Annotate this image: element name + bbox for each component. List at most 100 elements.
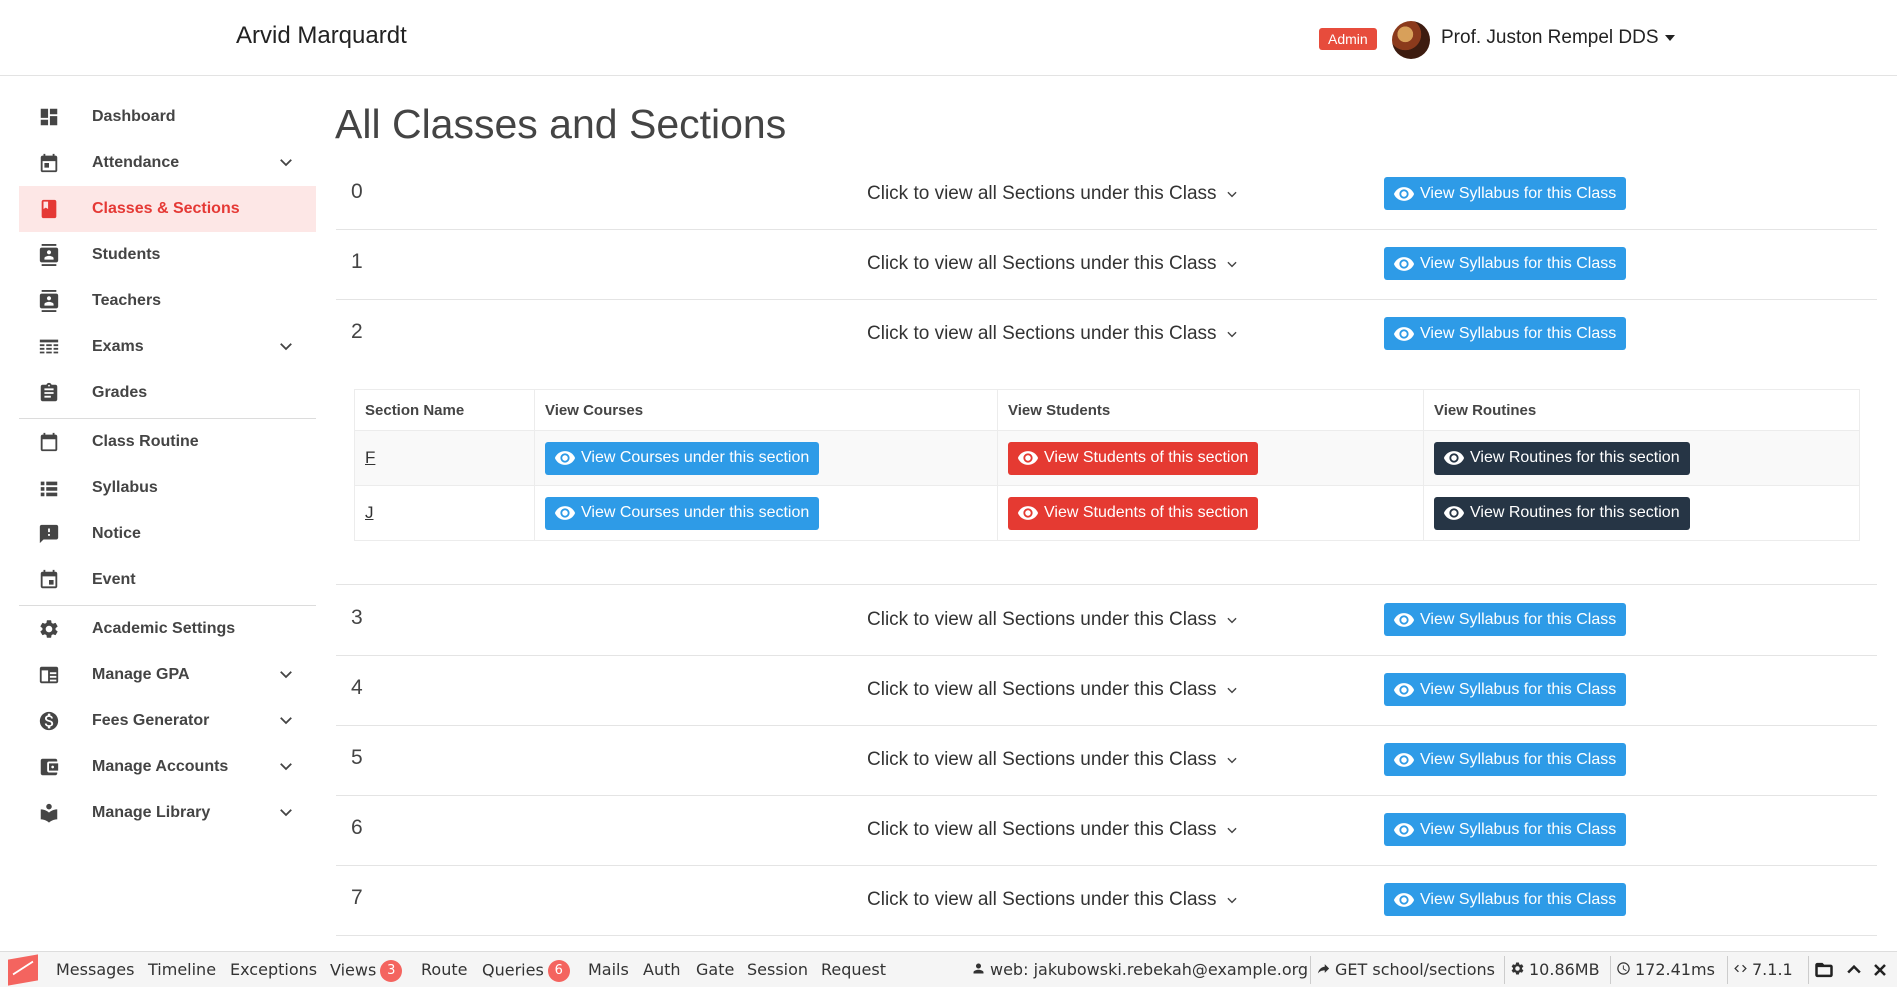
separator: [1727, 956, 1728, 984]
debugbar-tab-timeline[interactable]: Timeline: [148, 960, 216, 979]
sidebar-item-manage-gpa[interactable]: Manage GPA: [19, 652, 316, 698]
class-number: 2: [351, 320, 363, 343]
debugbar-logo-icon[interactable]: [8, 954, 38, 986]
close-icon[interactable]: [1870, 960, 1890, 980]
avatar[interactable]: [1392, 21, 1430, 59]
sidebar-item-teachers[interactable]: Teachers: [19, 278, 316, 324]
class-row: 1 Click to view all Sections under this …: [336, 230, 1877, 300]
clipboard-icon: [38, 382, 60, 404]
debugbar-user: web: jakubowski.rebekah@example.org: [971, 960, 1308, 980]
debugbar-tab-gate[interactable]: Gate: [696, 960, 734, 979]
sidebar-item-label: Teachers: [92, 292, 162, 309]
debugbar-tab-session[interactable]: Session: [747, 960, 808, 979]
debugbar-tab-request[interactable]: Request: [821, 960, 886, 979]
alert-message-icon: [38, 523, 60, 545]
view-sections-toggle[interactable]: Click to view all Sections under this Cl…: [867, 889, 1239, 911]
sidebar-item-class-routine[interactable]: Class Routine: [19, 419, 316, 465]
column-header: View Students: [997, 389, 1424, 431]
view-syllabus-button[interactable]: View Syllabus for this Class: [1384, 673, 1627, 706]
view-sections-toggle[interactable]: Click to view all Sections under this Cl…: [867, 323, 1239, 345]
user-icon: [971, 961, 986, 980]
clock-icon: [1616, 961, 1631, 980]
sidebar-item-dashboard[interactable]: Dashboard: [19, 94, 316, 140]
view-sections-toggle[interactable]: Click to view all Sections under this Cl…: [867, 253, 1239, 275]
button-label: View Syllabus for this Class: [1420, 750, 1617, 768]
view-sections-toggle[interactable]: Click to view all Sections under this Cl…: [867, 679, 1239, 701]
event-icon: [38, 569, 60, 591]
sidebar-item-manage-library[interactable]: Manage Library: [19, 790, 316, 836]
sidebar-item-fees-generator[interactable]: Fees Generator: [19, 698, 316, 744]
chevron-up-icon[interactable]: [1844, 960, 1864, 980]
sidebar-item-notice[interactable]: Notice: [19, 511, 316, 557]
calendar-icon: [38, 431, 60, 453]
debugbar-tab-views[interactable]: Views 3: [330, 960, 403, 982]
class-number: 3: [351, 606, 363, 629]
chevron-down-icon: [1226, 191, 1237, 198]
view-routines-button[interactable]: View Routines for this section: [1434, 441, 1690, 475]
view-students-button[interactable]: View Students of this section: [1008, 496, 1259, 530]
class-row: 4 Click to view all Sections under this …: [336, 656, 1877, 726]
view-students-button[interactable]: View Students of this section: [1008, 441, 1259, 475]
sidebar-item-syllabus[interactable]: Syllabus: [19, 465, 316, 511]
class-number: 6: [351, 816, 363, 839]
view-syllabus-button[interactable]: View Syllabus for this Class: [1384, 883, 1627, 916]
sidebar-item-attendance[interactable]: Attendance: [19, 140, 316, 186]
debugbar-tab-queries[interactable]: Queries 6: [482, 960, 570, 982]
eye-icon: [1443, 451, 1465, 465]
reader-icon: [38, 802, 60, 824]
folder-open-icon[interactable]: [1814, 960, 1834, 980]
view-sections-toggle[interactable]: Click to view all Sections under this Cl…: [867, 609, 1239, 631]
button-label: View Students of this section: [1044, 449, 1249, 466]
view-syllabus-button[interactable]: View Syllabus for this Class: [1384, 813, 1627, 846]
view-courses-button[interactable]: View Courses under this section: [545, 496, 820, 530]
debugbar-memory: 10.86MB: [1510, 960, 1600, 980]
view-syllabus-button[interactable]: View Syllabus for this Class: [1384, 743, 1627, 776]
button-label: View Syllabus for this Class: [1420, 610, 1617, 628]
user-menu-toggle[interactable]: Prof. Juston Rempel DDS: [1441, 27, 1675, 49]
user-value: web: jakubowski.rebekah@example.org: [990, 960, 1309, 979]
gear-icon: [38, 618, 60, 640]
class-row: 5 Click to view all Sections under this …: [336, 726, 1877, 796]
toggle-label: Click to view all Sections under this Cl…: [867, 183, 1217, 204]
sidebar-item-exams[interactable]: Exams: [19, 324, 316, 370]
view-syllabus-button[interactable]: View Syllabus for this Class: [1384, 603, 1627, 636]
eye-icon: [1393, 682, 1415, 697]
chevron-down-icon: [1226, 687, 1237, 694]
toggle-label: Click to view all Sections under this Cl…: [867, 609, 1217, 630]
separator: [1808, 956, 1809, 984]
debugbar-tab-mails[interactable]: Mails: [588, 960, 629, 979]
view-syllabus-button[interactable]: View Syllabus for this Class: [1384, 177, 1627, 210]
debugbar-tab-auth[interactable]: Auth: [643, 960, 681, 979]
section-name-link[interactable]: J: [365, 503, 374, 522]
sidebar-item-academic-settings[interactable]: Academic Settings: [19, 606, 316, 652]
card-icon: [38, 664, 60, 686]
view-sections-toggle[interactable]: Click to view all Sections under this Cl…: [867, 183, 1239, 205]
tab-label: Views: [330, 960, 377, 980]
sidebar-item-event[interactable]: Event: [19, 557, 316, 603]
sidebar-item-classes-sections[interactable]: Classes & Sections: [19, 186, 316, 232]
sidebar-item-manage-accounts[interactable]: Manage Accounts: [19, 744, 316, 790]
sidebar-item-grades[interactable]: Grades: [19, 370, 316, 416]
view-courses-button[interactable]: View Courses under this section: [545, 441, 820, 475]
eye-icon: [1393, 822, 1415, 837]
brand-title[interactable]: Arvid Marquardt: [236, 22, 407, 50]
view-sections-toggle[interactable]: Click to view all Sections under this Cl…: [867, 749, 1239, 771]
debugbar-tab-messages[interactable]: Messages: [56, 960, 134, 979]
class-number: 0: [351, 180, 363, 203]
section-name-link[interactable]: F: [365, 448, 375, 467]
view-sections-toggle[interactable]: Click to view all Sections under this Cl…: [867, 819, 1239, 841]
debugbar-tab-exceptions[interactable]: Exceptions: [230, 960, 317, 979]
view-syllabus-button[interactable]: View Syllabus for this Class: [1384, 247, 1627, 280]
view-syllabus-button[interactable]: View Syllabus for this Class: [1384, 317, 1627, 350]
debugbar-time: 172.41ms: [1616, 960, 1715, 980]
class-number: 7: [351, 886, 363, 909]
top-navbar: Arvid Marquardt Admin Prof. Juston Rempe…: [0, 0, 1897, 76]
debugbar-tab-route[interactable]: Route: [421, 960, 467, 979]
sidebar-item-label: Dashboard: [92, 108, 176, 125]
view-routines-button[interactable]: View Routines for this section: [1434, 496, 1690, 530]
sidebar-item-students[interactable]: Students: [19, 232, 316, 278]
button-label: View Courses under this section: [581, 504, 810, 521]
button-label: View Syllabus for this Class: [1420, 680, 1617, 698]
debugbar-route: GET school/sections: [1316, 960, 1495, 980]
button-label: View Students of this section: [1044, 504, 1249, 521]
